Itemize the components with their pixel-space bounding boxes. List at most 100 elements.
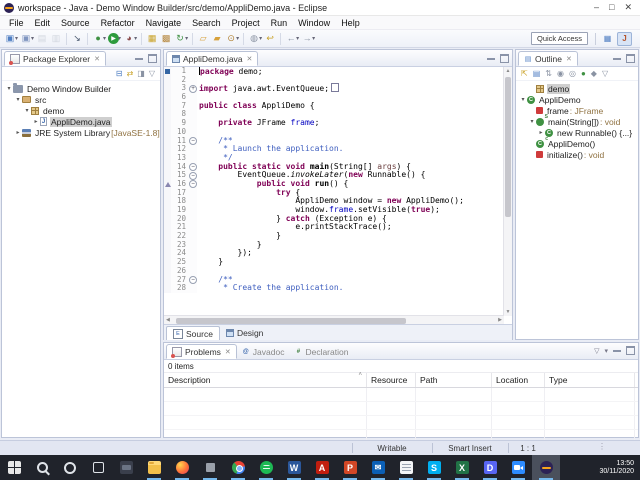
tree-expanded-arrow-icon[interactable]: ▾	[519, 96, 527, 103]
open-element-icon[interactable]: ↘	[71, 33, 83, 45]
tree-item-applidemo[interactable]: AppliDemo()	[516, 136, 638, 149]
taskbar-discord-button[interactable]: D	[476, 455, 504, 480]
code-line[interactable]: 7 public class AppliDemo {	[164, 101, 504, 111]
fold-collapse-icon[interactable]: −	[189, 276, 197, 284]
fold-expand-icon[interactable]: +	[189, 84, 197, 93]
tab-applidemo-java[interactable]: AppliDemo.java ✕	[166, 51, 259, 66]
taskbar-mail-button[interactable]: ✉	[364, 455, 392, 480]
close-icon[interactable]: ✕	[94, 55, 100, 63]
close-icon[interactable]: ✕	[566, 55, 572, 63]
taskbar-chrome-button[interactable]	[224, 455, 252, 480]
taskbar-excel-button[interactable]: X	[448, 455, 476, 480]
taskbar-zoom-button[interactable]	[504, 455, 532, 480]
collapse-all-icon[interactable]: ⊟	[116, 69, 123, 78]
tab-source[interactable]: Source	[166, 326, 220, 340]
save-all-icon[interactable]: ▥	[50, 33, 62, 45]
scroll-left-icon[interactable]: ◀	[166, 317, 170, 323]
tree-expanded-arrow-icon[interactable]: ▾	[23, 107, 31, 114]
column-header-resource[interactable]: Resource	[367, 373, 416, 387]
sort-alpha-icon[interactable]: ⇅	[545, 69, 552, 78]
minimize-button[interactable]: –	[594, 2, 599, 13]
menu-refactor[interactable]: Refactor	[96, 18, 140, 28]
column-header-path[interactable]: Path	[416, 373, 492, 387]
maximize-view-icon[interactable]	[626, 346, 635, 355]
fold-toggle[interactable]: +	[188, 84, 197, 94]
tab-problems[interactable]: Problems ✕	[166, 344, 237, 359]
hide-local-types-icon[interactable]: ◆	[591, 69, 597, 78]
java-perspective-icon[interactable]: J	[617, 31, 632, 46]
code-line[interactable]: 1 package demo;	[164, 67, 504, 76]
taskbar-spotify-button[interactable]	[252, 455, 280, 480]
forward-dropdown-icon[interactable]: ▾	[312, 35, 315, 42]
tab-design[interactable]: Design	[220, 326, 269, 340]
new-java-project-icon[interactable]: ▦	[146, 33, 158, 45]
tree-expanded-arrow-icon[interactable]: ▾	[5, 85, 13, 92]
menu-project[interactable]: Project	[227, 18, 265, 28]
code-line[interactable]: 3 + import java.awt.EventQueue;	[164, 83, 504, 94]
progress-area-icon[interactable]: ⋮	[598, 442, 606, 451]
taskbar-task-view-button[interactable]	[84, 455, 112, 480]
view-menu-icon[interactable]: ▽	[149, 69, 155, 78]
fold-toggle[interactable]: −	[188, 275, 197, 285]
fold-toggle[interactable]: −	[188, 136, 197, 146]
open-task-icon[interactable]: ▱	[197, 33, 209, 45]
menu-window[interactable]: Window	[293, 18, 335, 28]
taskbar-powerpoint-button[interactable]: P	[336, 455, 364, 480]
scroll-down-icon[interactable]: ▼	[504, 309, 512, 315]
column-header-location[interactable]: Location	[492, 373, 545, 387]
back-dropdown-icon[interactable]: ▾	[296, 35, 299, 42]
refresh-dropdown-icon[interactable]: ▾	[185, 35, 188, 42]
menu-navigate[interactable]: Navigate	[141, 18, 187, 28]
taskbar-clock[interactable]: 13:50 30/11/2020	[599, 455, 640, 480]
tree-item-new-runnable[interactable]: ▸ new Runnable() {...}	[516, 127, 638, 138]
maximize-view-icon[interactable]	[148, 54, 157, 63]
annotation-dropdown-icon[interactable]: ▾	[259, 35, 262, 42]
hide-static-icon[interactable]: ◎	[569, 69, 576, 78]
maximize-view-icon[interactable]	[626, 54, 635, 63]
minimize-view-icon[interactable]	[613, 55, 621, 60]
taskbar-acrobat-button[interactable]: A	[308, 455, 336, 480]
open-perspective-icon[interactable]: ▦	[601, 33, 614, 45]
menu-file[interactable]: File	[4, 18, 29, 28]
tree-expanded-arrow-icon[interactable]: ▾	[14, 96, 22, 103]
code-line[interactable]: 25 }	[164, 257, 504, 267]
view-menu-icon[interactable]: ▽	[602, 69, 608, 78]
hide-non-public-icon[interactable]: ●	[581, 69, 586, 78]
fold-collapse-icon[interactable]: −	[189, 163, 197, 172]
taskbar-cortana-button[interactable]	[56, 455, 84, 480]
tree-item-demo[interactable]: demo	[516, 83, 638, 94]
menu-run[interactable]: Run	[266, 18, 293, 28]
taskbar-notes-button[interactable]	[392, 455, 420, 480]
scroll-up-icon[interactable]: ▲	[504, 68, 512, 74]
tree-item-main-string[interactable]: ▾ main(String[]) : void	[516, 114, 638, 127]
taskbar-photos-button[interactable]	[196, 455, 224, 480]
tree-collapsed-arrow-icon[interactable]: ▸	[14, 129, 22, 136]
hide-fields-icon[interactable]: ◉	[557, 69, 564, 78]
fold-collapse-icon[interactable]: −	[189, 137, 197, 145]
menu-source[interactable]: Source	[56, 18, 95, 28]
tab-package-explorer[interactable]: Package Explorer ✕	[4, 51, 106, 66]
tab-declaration[interactable]: Declaration	[289, 344, 353, 359]
maximize-view-icon[interactable]	[500, 54, 509, 63]
tab-javadoc[interactable]: Javadoc	[237, 344, 290, 359]
code-area[interactable]: 1 package demo; 2 3 + import java.awt.EventQu…	[164, 67, 504, 316]
menu-help[interactable]: Help	[336, 18, 365, 28]
new-package-icon[interactable]: ▩	[160, 33, 172, 45]
tree-item-frame[interactable]: frame : JFrame	[516, 105, 638, 116]
minimize-view-icon[interactable]	[135, 55, 143, 60]
tree-collapsed-arrow-icon[interactable]: ▸	[537, 129, 545, 136]
import-icon[interactable]: ▰	[211, 33, 223, 45]
coverage-dropdown-icon[interactable]: ▾	[134, 35, 137, 42]
minimize-view-icon[interactable]	[487, 55, 495, 60]
save-icon[interactable]: ▤	[36, 33, 48, 45]
maximize-button[interactable]: □	[609, 2, 614, 13]
scroll-right-icon[interactable]: ▶	[498, 317, 502, 323]
taskbar-start-button[interactable]	[0, 455, 28, 480]
taskbar-search-button[interactable]	[28, 455, 56, 480]
fold-toggle[interactable]: −	[188, 162, 197, 172]
fold-toggle[interactable]: −	[188, 179, 197, 189]
collapsed-region-icon[interactable]	[331, 83, 340, 93]
code-line[interactable]: 28 * Create the application.	[164, 283, 504, 293]
link-with-editor-icon[interactable]: ⇄	[127, 69, 134, 78]
tree-collapsed-arrow-icon[interactable]: ▸	[32, 118, 40, 125]
